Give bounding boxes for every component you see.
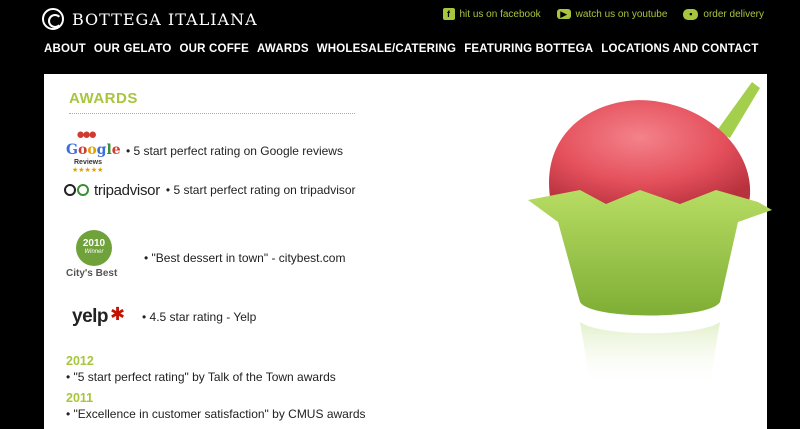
site-header: BOTTEGA ITALIANA f hit us on facebook ▶ … [0,0,800,70]
swirl-logo-icon [42,8,64,30]
cup-shape [528,190,772,316]
brand-logo[interactable]: BOTTEGA ITALIANA [42,8,258,30]
award-2011-text: • "Excellence in customer satisfaction" … [66,407,366,421]
map-pins-icon: ●●● [76,126,97,143]
nav-locations-contact[interactable]: LOCATIONS AND CONTACT [601,43,758,55]
cup-reflection-shape [580,322,720,390]
nav-about[interactable]: ABOUT [44,43,86,55]
citys-best-winner: Winner [84,249,104,255]
award-citysbest: 2010 Winner City's Best • "Best dessert … [64,230,345,286]
google-reviews-badge: ●●● Google Reviews ★★★★★ [64,126,126,176]
yelp-burst-icon: ✱ [110,304,126,324]
youtube-link[interactable]: ▶ watch us on youtube [556,8,668,20]
award-tripadvisor: tripadvisor • 5 start perfect rating on … [64,180,356,200]
spoon-shape [716,82,760,138]
yelp-logo-text: yelp [72,306,109,327]
nav-our-gelato[interactable]: OUR GELATO [94,43,172,55]
tripadvisor-logo-text: tripadvisor [94,181,160,199]
facebook-icon: f [442,8,455,20]
nav-wholesale-catering[interactable]: WHOLESALE/CATERING [317,43,456,55]
award-tripadvisor-text: • 5 start perfect rating on tripadvisor [165,183,356,197]
delivery-truck-icon: ▪ [683,8,699,20]
winner-seal-icon: 2010 Winner [76,230,112,266]
award-citysbest-text: • "Best dessert in town" - citybest.com [144,251,346,265]
brand-name: BOTTEGA ITALIANA [72,9,258,29]
facebook-link[interactable]: f hit us on facebook [442,8,541,20]
award-google: ●●● Google Reviews ★★★★★ • 5 start perfe… [64,126,343,176]
owl-eyes-icon [64,183,92,197]
page-title: AWARDS [69,90,138,107]
citys-best-year: 2010 [82,238,106,249]
award-yelp-text: • 4.5 star rating - Yelp [142,310,257,324]
youtube-icon: ▶ [556,9,571,19]
rating-stars-icon: ★★★★★ [72,167,104,174]
facebook-label: hit us on facebook [459,8,541,20]
google-reviews-label: Reviews [74,159,103,166]
year-2012: 2012 [66,354,94,368]
award-yelp: yelp ✱ • 4.5 star rating - Yelp [64,302,256,332]
citys-best-logo-text: City's Best [66,268,118,279]
main-nav: ABOUT OUR GELATO OUR COFFE AWARDS WHOLES… [44,43,759,55]
content-panel: AWARDS ●●● Google Reviews ★★★★★ • 5 star… [44,74,772,429]
nav-our-coffe[interactable]: OUR COFFE [180,43,250,55]
nav-awards[interactable]: AWARDS [257,43,309,55]
youtube-label: watch us on youtube [575,8,668,20]
award-2012-text: • "5 start perfect rating" by Talk of th… [66,370,336,384]
social-links: f hit us on facebook ▶ watch us on youtu… [442,8,764,20]
year-2011: 2011 [66,391,94,405]
delivery-link[interactable]: ▪ order delivery [683,8,764,20]
tripadvisor-badge: tripadvisor [64,180,160,200]
citys-best-badge: 2010 Winner City's Best [64,230,126,286]
yelp-badge: yelp ✱ [64,302,130,332]
nav-featuring-bottega[interactable]: FEATURING BOTTEGA [464,43,593,55]
award-google-text: • 5 start perfect rating on Google revie… [126,144,343,158]
title-divider [69,113,355,114]
delivery-label: order delivery [703,8,764,20]
gelato-cup-image [528,82,772,390]
google-logo-text: Google [66,142,121,158]
